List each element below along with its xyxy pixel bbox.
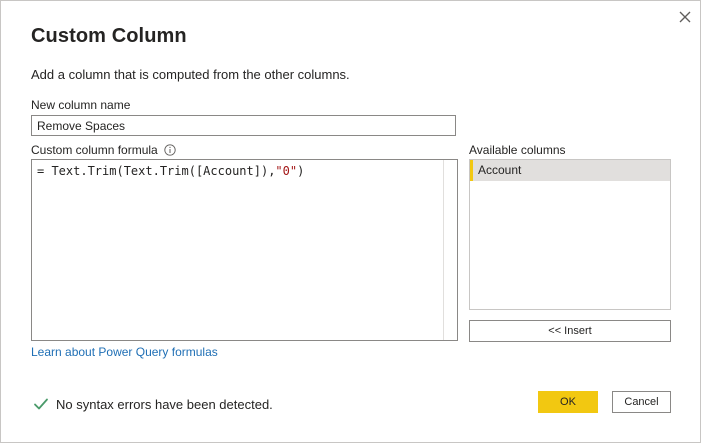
close-icon[interactable] [675,7,695,27]
formula-string-literal: "0" [275,164,298,178]
available-columns-list[interactable]: Account [469,159,671,310]
info-icon[interactable] [164,144,176,156]
available-column-item[interactable]: Account [470,160,670,181]
check-icon [33,396,49,412]
formula-code-end: ) [297,164,305,178]
syntax-status: No syntax errors have been detected. [33,396,273,412]
syntax-status-text: No syntax errors have been detected. [56,396,273,412]
dialog-subtitle: Add a column that is computed from the o… [31,67,350,82]
formula-scrollbar[interactable] [443,160,457,340]
learn-power-query-link[interactable]: Learn about Power Query formulas [31,345,218,359]
available-columns-label: Available columns [469,143,566,157]
formula-label: Custom column formula [31,143,158,157]
formula-label-row: Custom column formula [31,143,176,157]
custom-column-dialog: Custom Column Add a column that is compu… [0,0,701,443]
formula-text[interactable]: = Text.Trim(Text.Trim([Account]),"0") [37,164,304,178]
insert-button[interactable]: << Insert [469,320,671,342]
new-column-name-label: New column name [31,98,131,112]
ok-button[interactable]: OK [538,391,598,413]
new-column-name-input[interactable] [31,115,456,136]
cancel-button[interactable]: Cancel [612,391,671,413]
formula-code: = Text.Trim(Text.Trim([Account]), [37,164,276,178]
dialog-title: Custom Column [31,25,187,47]
formula-editor[interactable]: = Text.Trim(Text.Trim([Account]),"0") [31,159,458,341]
